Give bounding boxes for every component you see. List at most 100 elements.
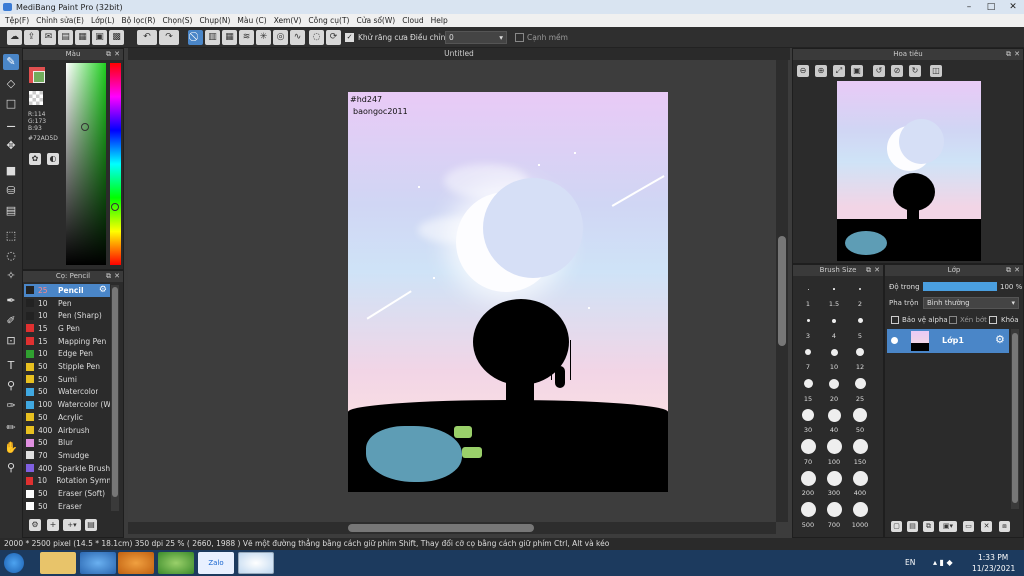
- merge-layer-icon[interactable]: ⧈: [999, 521, 1010, 532]
- brush-size-cell[interactable]: 500: [795, 500, 821, 531]
- circle-snap-icon[interactable]: ◎: [273, 30, 288, 45]
- brush-size-cell[interactable]: 3: [795, 311, 821, 342]
- actual-size-icon[interactable]: ▣: [851, 65, 863, 77]
- brush-size-cell[interactable]: 7: [795, 342, 821, 373]
- fill-rect-tool-icon[interactable]: ■: [3, 163, 19, 179]
- scrollbar-thumb[interactable]: [1012, 333, 1018, 503]
- transparent-swatch[interactable]: [29, 91, 43, 105]
- clipping-checkbox[interactable]: [949, 316, 957, 324]
- brush-item[interactable]: 10 Edge Pen: [24, 348, 110, 361]
- magic-wand-tool-icon[interactable]: ✧: [3, 268, 19, 284]
- brush-item[interactable]: 70 Smudge: [24, 449, 110, 462]
- opacity-slider[interactable]: [923, 282, 997, 291]
- brush-size-cell[interactable]: 1000: [847, 500, 873, 531]
- select-eraser-tool-icon[interactable]: ✐: [3, 313, 19, 329]
- cloud-icon[interactable]: ☁: [7, 30, 22, 45]
- brush-size-cell[interactable]: 100: [821, 437, 847, 468]
- zoom-tool-icon[interactable]: ⚲: [3, 460, 19, 476]
- brush-size-cell[interactable]: 700: [821, 500, 847, 531]
- brush-size-cell[interactable]: 4: [821, 311, 847, 342]
- language-indicator[interactable]: EN: [905, 558, 915, 567]
- select-tool-icon[interactable]: ⬚: [3, 228, 19, 244]
- soft-edge-checkbox[interactable]: [515, 33, 524, 42]
- blend-select[interactable]: Bình thường ▾: [923, 297, 1019, 309]
- menu-file[interactable]: Tệp(F): [5, 16, 29, 25]
- pages-icon[interactable]: ▦: [75, 30, 90, 45]
- brush-size-cell[interactable]: 400: [847, 468, 873, 499]
- color-picker-icon[interactable]: ◐: [47, 153, 59, 165]
- brush-size-cell[interactable]: 300: [821, 468, 847, 499]
- protect-alpha-checkbox[interactable]: [891, 316, 899, 324]
- menu-view[interactable]: Xem(V): [274, 16, 302, 25]
- eyedropper-tool-icon[interactable]: ✑: [3, 398, 19, 414]
- zoom-in-icon[interactable]: ⊕: [815, 65, 827, 77]
- brush-tool-icon[interactable]: ✎: [3, 54, 19, 70]
- brush-size-cell[interactable]: 2: [847, 279, 873, 310]
- visibility-icon[interactable]: [891, 337, 898, 344]
- brush-item[interactable]: 400 Airbrush: [24, 424, 110, 437]
- new-layer-icon[interactable]: ▢: [891, 521, 902, 532]
- zoom-out-icon[interactable]: ⊖: [797, 65, 809, 77]
- brush-item[interactable]: 50 Eraser (Soft): [24, 487, 110, 500]
- text-tool-icon[interactable]: T: [3, 358, 19, 374]
- brush-size-cell[interactable]: 1: [795, 279, 821, 310]
- dot-tool-icon[interactable]: ⚊: [3, 116, 19, 132]
- brush-size-cell[interactable]: 70: [795, 437, 821, 468]
- rotate-reset-icon[interactable]: ⊘: [891, 65, 903, 77]
- lasso-tool-icon[interactable]: ◌: [3, 248, 19, 264]
- rotate-icon[interactable]: ◌: [309, 30, 324, 45]
- brush-settings-icon[interactable]: ⚙: [29, 519, 41, 531]
- brush-size-cell[interactable]: 1.5: [821, 279, 847, 310]
- reset-icon[interactable]: ⟳: [326, 30, 341, 45]
- menu-edit[interactable]: Chỉnh sửa(E): [36, 16, 84, 25]
- cross-snap-icon[interactable]: ▦: [222, 30, 237, 45]
- menu-color[interactable]: Màu (C): [237, 16, 266, 25]
- pin-icon[interactable]: ⧉: [106, 49, 111, 60]
- brush-size-cell[interactable]: 15: [795, 374, 821, 405]
- brush-item[interactable]: 50 Eraser: [24, 500, 110, 513]
- menu-help[interactable]: Help: [431, 16, 448, 25]
- minimize-icon[interactable]: –: [960, 0, 978, 14]
- file-explorer-icon[interactable]: [40, 552, 76, 574]
- brush-list-scrollbar[interactable]: [111, 285, 119, 511]
- close-icon[interactable]: ✕: [114, 271, 120, 282]
- scrollbar-thumb[interactable]: [112, 287, 118, 497]
- antialias-checkbox[interactable]: ✓: [345, 33, 354, 42]
- brush-item[interactable]: 400 Sparkle Brush: [24, 462, 110, 475]
- start-button[interactable]: [4, 553, 24, 573]
- sv-cursor[interactable]: [81, 123, 89, 131]
- drawing-canvas[interactable]: #hd247 baongoc2011: [348, 92, 668, 492]
- save-icon[interactable]: ▣: [92, 30, 107, 45]
- saturation-value-picker[interactable]: [66, 63, 106, 265]
- menu-window[interactable]: Cửa sổ(W): [356, 16, 395, 25]
- brush-size-cell[interactable]: 150: [847, 437, 873, 468]
- delete-brush-icon[interactable]: ▤: [85, 519, 97, 531]
- brush-item[interactable]: 50 Watercolor: [24, 386, 110, 399]
- vertical-scrollbar-thumb[interactable]: [778, 236, 786, 346]
- close-icon[interactable]: ✕: [874, 265, 880, 276]
- flip-icon[interactable]: ◫: [930, 65, 942, 77]
- app-icon[interactable]: [158, 552, 194, 574]
- media-player-icon[interactable]: [118, 552, 154, 574]
- maximize-icon[interactable]: □: [982, 0, 1000, 14]
- brush-size-cell[interactable]: 20: [821, 374, 847, 405]
- brush-size-cell[interactable]: 50: [847, 405, 873, 436]
- pin-icon[interactable]: ⧉: [1006, 49, 1011, 60]
- pen-tool-icon[interactable]: ✏: [3, 420, 19, 436]
- rotate-left-icon[interactable]: ↺: [873, 65, 885, 77]
- upload-icon[interactable]: ⇪: [24, 30, 39, 45]
- brush-item[interactable]: 50 Blur: [24, 436, 110, 449]
- pin-icon[interactable]: ⧉: [1006, 265, 1011, 276]
- redo-icon[interactable]: ↷: [159, 30, 179, 45]
- brush-item[interactable]: 10 Rotation Symm: [24, 475, 110, 488]
- menu-tools[interactable]: Công cụ(T): [308, 16, 349, 25]
- comment-icon[interactable]: ✉: [41, 30, 56, 45]
- operation-tool-icon[interactable]: ⚲: [3, 378, 19, 394]
- curve-snap-icon[interactable]: ∿: [290, 30, 305, 45]
- foreground-color-swatch[interactable]: [33, 71, 45, 83]
- layer-scrollbar[interactable]: [1011, 329, 1019, 509]
- hand-tool-icon[interactable]: ✋: [3, 440, 19, 456]
- zalo-icon[interactable]: Zalo: [198, 552, 234, 574]
- internet-explorer-icon[interactable]: [80, 552, 116, 574]
- menu-filter[interactable]: Bộ lọc(R): [122, 16, 156, 25]
